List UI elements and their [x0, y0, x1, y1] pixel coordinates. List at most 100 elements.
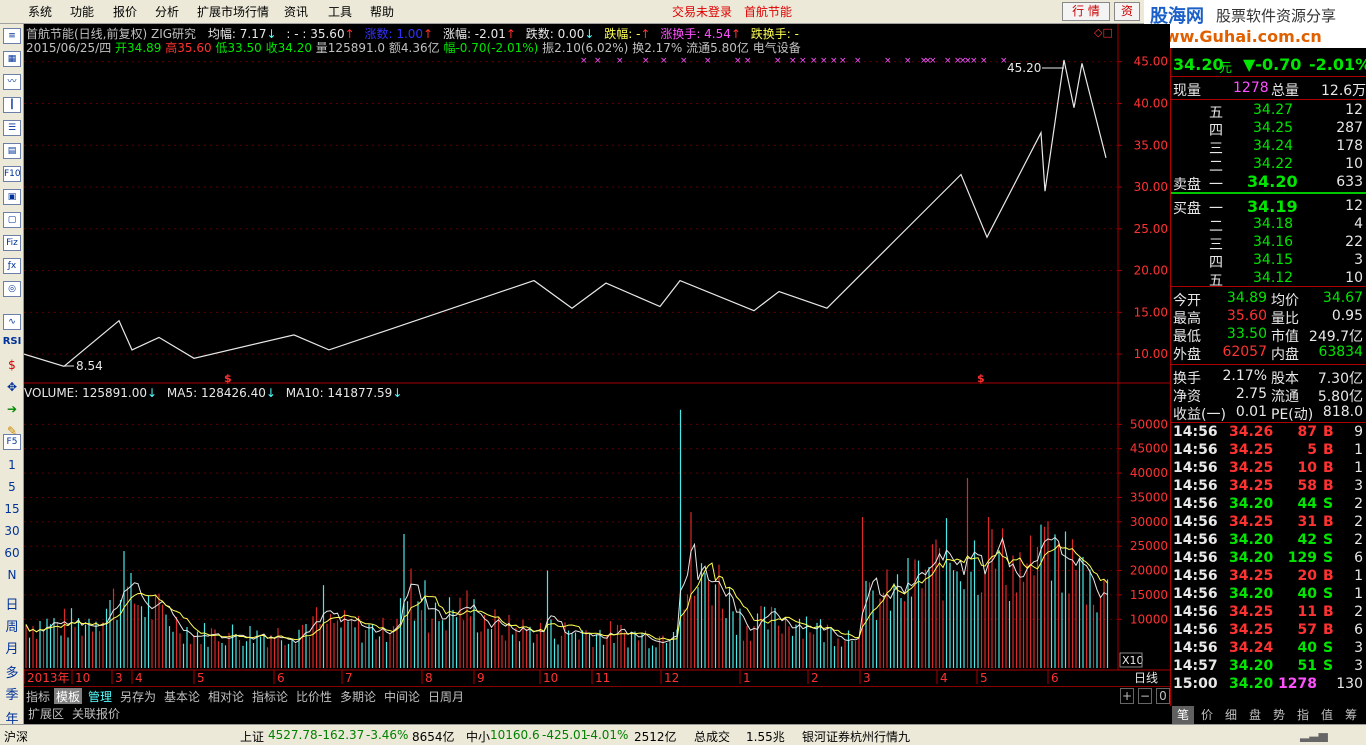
indicator-icon[interactable]: ∿: [3, 314, 21, 330]
period-n[interactable]: N: [0, 568, 24, 582]
tab-indicator-theory[interactable]: 指标论: [250, 688, 290, 705]
menu-news[interactable]: 资讯: [284, 3, 308, 20]
tick-row[interactable]: 14:57 34.20 51 S 3: [1171, 658, 1366, 676]
view-button-0[interactable]: 笔: [1172, 706, 1194, 724]
tick-side: B: [1323, 424, 1334, 440]
stat-value: 35.60: [1226, 308, 1267, 324]
period-day[interactable]: 日: [0, 594, 24, 613]
formula-icon[interactable]: ƒx: [3, 258, 21, 274]
tick-row[interactable]: 14:56 34.25 5 B 1: [1171, 442, 1366, 460]
tick-row[interactable]: 14:56 34.25 58 B 3: [1171, 478, 1366, 496]
f5-icon[interactable]: F5: [3, 434, 21, 450]
buy-vol: 22: [1345, 234, 1363, 250]
grid-icon[interactable]: ▤: [3, 143, 21, 159]
stat-label: PE(动): [1271, 407, 1314, 423]
split-icon[interactable]: ▦: [3, 51, 21, 67]
doc-icon[interactable]: ▣: [3, 189, 21, 205]
menu-tools[interactable]: 工具: [328, 3, 352, 20]
dollar-icon[interactable]: $: [0, 358, 24, 372]
tick-row[interactable]: 14:56 34.25 11 B 2: [1171, 604, 1366, 622]
tick-side: S: [1323, 640, 1334, 656]
menu-quote[interactable]: 报价: [113, 3, 137, 20]
period-quarter[interactable]: 季: [0, 684, 24, 703]
news-icon[interactable]: ▢: [3, 212, 21, 228]
tab-day-week-month[interactable]: 日周月: [426, 688, 466, 705]
signal-marker: ×: [830, 56, 838, 66]
tick-row[interactable]: 14:56 34.25 20 B 1: [1171, 568, 1366, 586]
menu-function[interactable]: 功能: [70, 3, 94, 20]
menu-extended-market[interactable]: 扩展市场行情: [197, 3, 269, 20]
chart-area[interactable]: 首航节能(日线,前复权) ZIG研究 均幅: 7.17↓ : - : 35.60…: [24, 24, 1170, 686]
tick-row[interactable]: 14:56 34.25 10 B 1: [1171, 460, 1366, 478]
view-button-3[interactable]: 盘: [1244, 706, 1266, 724]
tick-row[interactable]: 15:00 34.20 1278 130: [1171, 676, 1366, 694]
list-icon[interactable]: ☰: [3, 120, 21, 136]
tick-row[interactable]: 14:56 34.20 40 S 1: [1171, 586, 1366, 604]
view-button-4[interactable]: 势: [1268, 706, 1290, 724]
trade-status[interactable]: 交易未登录: [672, 3, 732, 20]
period-month[interactable]: 月: [0, 638, 24, 657]
view-button-5[interactable]: 指: [1292, 706, 1314, 724]
report-icon[interactable]: ≡: [3, 28, 21, 44]
period-60[interactable]: 60: [0, 546, 24, 560]
tab-manage[interactable]: 管理: [86, 688, 114, 705]
tab-template[interactable]: 模板: [54, 688, 83, 705]
tab-basic[interactable]: 基本论: [162, 688, 202, 705]
price-volume-chart[interactable]: 10.00 15.00 20.00 25.00 30.00 35.00 40.00 45.00…: [24, 24, 1170, 686]
tab-middle[interactable]: 中间论: [382, 688, 422, 705]
f10-icon[interactable]: F10: [3, 166, 21, 182]
reset-button[interactable]: 0: [1156, 688, 1170, 704]
tick-row[interactable]: 14:56 34.20 44 S 2: [1171, 496, 1366, 514]
signal-marker: ×: [642, 56, 650, 66]
quote-button[interactable]: 行 情: [1062, 2, 1110, 21]
fiz-icon[interactable]: Fiz: [3, 235, 21, 251]
period-30[interactable]: 30: [0, 524, 24, 538]
tick-row[interactable]: 14:56 34.20 42 S 2: [1171, 532, 1366, 550]
tick-row[interactable]: 14:56 34.25 57 B 6: [1171, 622, 1366, 640]
move-icon[interactable]: ✥: [0, 380, 24, 394]
tab-relative[interactable]: 相对论: [206, 688, 246, 705]
zoom-icon[interactable]: ◎: [3, 281, 21, 297]
view-button-2[interactable]: 细: [1220, 706, 1242, 724]
tick-side: B: [1323, 622, 1334, 638]
tick-row[interactable]: 14:56 34.25 31 B 2: [1171, 514, 1366, 532]
menu-analysis[interactable]: 分析: [155, 3, 179, 20]
zoom-in-button[interactable]: +: [1120, 688, 1134, 704]
zoom-out-button[interactable]: −: [1138, 688, 1152, 704]
tab-save-as[interactable]: 另存为: [118, 688, 158, 705]
total-vol-label: 总量: [1271, 83, 1299, 99]
period-multi[interactable]: 多: [0, 662, 24, 681]
stat-row: 收益(一) 0.01 PE(动) 818.0: [1171, 404, 1366, 423]
month-label: 3: [115, 671, 123, 685]
period-1[interactable]: 1: [0, 458, 24, 472]
rsi-button[interactable]: RSI: [0, 336, 24, 347]
view-button-6[interactable]: 值: [1316, 706, 1338, 724]
tick-row[interactable]: 14:56 34.20 129 S 6: [1171, 550, 1366, 568]
month-label: 2: [811, 671, 819, 685]
stat-label: 外盘: [1173, 347, 1201, 363]
menu-help[interactable]: 帮助: [370, 3, 394, 20]
tab-multi-period[interactable]: 多期论: [338, 688, 378, 705]
tab-extension[interactable]: 扩展区: [28, 705, 64, 722]
tick-row[interactable]: 14:56 34.26 87 B 9: [1171, 424, 1366, 442]
candle-icon[interactable]: ┃: [3, 97, 21, 113]
info-button[interactable]: 资: [1114, 2, 1140, 21]
export-icon[interactable]: ➔: [0, 402, 24, 416]
tick-time: 14:56: [1173, 604, 1218, 620]
tick-volume: 31: [1297, 514, 1317, 530]
tick-side: B: [1323, 442, 1334, 458]
view-button-1[interactable]: 价: [1196, 706, 1218, 724]
tab-related-quote[interactable]: 关联报价: [72, 705, 120, 722]
tick-volume: 11: [1297, 604, 1317, 620]
line-chart-icon[interactable]: 〰: [3, 74, 21, 90]
tick-row[interactable]: 14:56 34.24 40 S 3: [1171, 640, 1366, 658]
sell-price: 34.25: [1253, 120, 1294, 136]
period-5[interactable]: 5: [0, 480, 24, 494]
period-week[interactable]: 周: [0, 616, 24, 635]
tab-indicator[interactable]: 指标: [24, 688, 52, 705]
period-15[interactable]: 15: [0, 502, 24, 516]
market-label[interactable]: 沪深: [4, 728, 28, 745]
tab-compare[interactable]: 比价性: [294, 688, 334, 705]
view-button-7[interactable]: 筹: [1340, 706, 1362, 724]
menu-system[interactable]: 系统: [28, 3, 52, 20]
